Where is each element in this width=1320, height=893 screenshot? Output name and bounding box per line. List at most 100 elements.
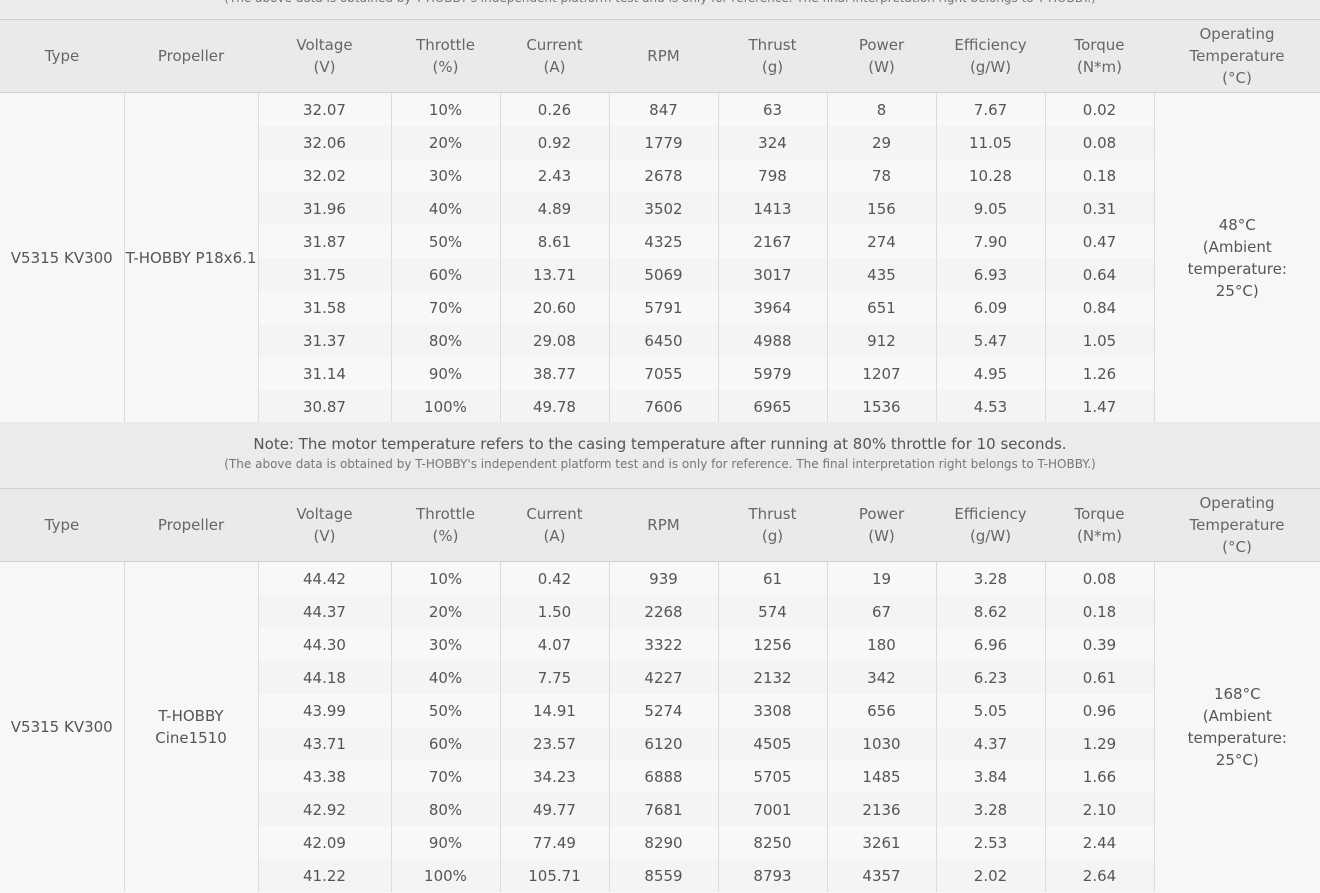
header-thrust-line: (g) bbox=[761, 58, 784, 76]
spec-table-2: Type Propeller Voltage (V) Throttle (%) Curren… bbox=[0, 488, 1320, 892]
power-cell: 29 bbox=[827, 126, 937, 159]
rpm-cell: 7055 bbox=[609, 357, 719, 390]
voltage-cell: 42.92 bbox=[258, 793, 392, 826]
torque-cell: 2.10 bbox=[1045, 793, 1155, 826]
torque-cell: 0.84 bbox=[1045, 291, 1155, 324]
throttle-cell: 20% bbox=[391, 595, 501, 628]
throttle-cell: 40% bbox=[391, 661, 501, 694]
voltage-cell: 41.22 bbox=[258, 859, 392, 892]
torque-cell: 0.39 bbox=[1045, 628, 1155, 661]
rpm-cell: 1779 bbox=[609, 126, 719, 159]
header-rpm: RPM bbox=[609, 19, 718, 93]
header-rpm: RPM bbox=[609, 488, 718, 562]
temperature-line: 25°C) bbox=[1215, 751, 1259, 769]
throttle-cell: 20% bbox=[391, 126, 501, 159]
reference-note: (The above data is obtained by T-HOBBY's… bbox=[224, 457, 1096, 471]
header-voltage-line: Voltage bbox=[296, 505, 353, 523]
efficiency-cell: 2.53 bbox=[936, 826, 1046, 859]
power-cell: 656 bbox=[827, 694, 937, 727]
throttle-cell: 80% bbox=[391, 793, 501, 826]
efficiency-cell: 9.05 bbox=[936, 192, 1046, 225]
header-voltage: Voltage (V) bbox=[258, 19, 391, 93]
throttle-cell: 10% bbox=[391, 561, 501, 595]
current-cell: 49.77 bbox=[500, 793, 610, 826]
efficiency-cell: 3.28 bbox=[936, 561, 1046, 595]
throttle-cell: 90% bbox=[391, 826, 501, 859]
torque-cell: 0.64 bbox=[1045, 258, 1155, 291]
current-cell: 13.71 bbox=[500, 258, 610, 291]
header-type: Type bbox=[0, 488, 124, 562]
rpm-cell: 847 bbox=[609, 92, 719, 126]
throttle-cell: 30% bbox=[391, 159, 501, 192]
voltage-cell: 31.37 bbox=[258, 324, 392, 357]
throttle-cell: 60% bbox=[391, 727, 501, 760]
header-rpm-line: RPM bbox=[647, 47, 680, 65]
current-cell: 4.07 bbox=[500, 628, 610, 661]
rpm-cell: 6120 bbox=[609, 727, 719, 760]
temperature-line: 25°C) bbox=[1215, 282, 1259, 300]
rpm-cell: 2678 bbox=[609, 159, 719, 192]
header-current-line: Current bbox=[526, 36, 583, 54]
rpm-cell: 3322 bbox=[609, 628, 719, 661]
rpm-cell: 7681 bbox=[609, 793, 719, 826]
header-efficiency-line: (g/W) bbox=[969, 527, 1012, 545]
voltage-cell: 32.02 bbox=[258, 159, 392, 192]
header-voltage-line: (V) bbox=[313, 527, 336, 545]
thrust-cell: 3308 bbox=[718, 694, 828, 727]
header-propeller: Propeller bbox=[124, 488, 258, 562]
voltage-cell: 31.14 bbox=[258, 357, 392, 390]
spec-table-1: Type Propeller Voltage (V) Throttle (%) Curren… bbox=[0, 19, 1320, 423]
temperature-line: (Ambient bbox=[1202, 707, 1272, 725]
efficiency-cell: 6.93 bbox=[936, 258, 1046, 291]
current-cell: 0.42 bbox=[500, 561, 610, 595]
header-power: Power (W) bbox=[827, 19, 936, 93]
current-cell: 105.71 bbox=[500, 859, 610, 892]
table-row: V5315 KV300 T-HOBBY P18x6.1 32.07 10% 0.26 84… bbox=[0, 92, 1320, 423]
header-efficiency: Efficiency (g/W) bbox=[936, 488, 1045, 562]
rpm-cell: 5791 bbox=[609, 291, 719, 324]
throttle-cell: 10% bbox=[391, 92, 501, 126]
rpm-cell: 939 bbox=[609, 561, 719, 595]
efficiency-cell: 3.28 bbox=[936, 793, 1046, 826]
header-operating-temperature-line: Operating bbox=[1199, 494, 1275, 512]
efficiency-cell: 8.62 bbox=[936, 595, 1046, 628]
thrust-cell: 3017 bbox=[718, 258, 828, 291]
header-torque-line: Torque bbox=[1074, 505, 1125, 523]
power-cell: 435 bbox=[827, 258, 937, 291]
header-current-line: (A) bbox=[543, 58, 566, 76]
efficiency-cell: 7.67 bbox=[936, 92, 1046, 126]
torque-cell: 1.05 bbox=[1045, 324, 1155, 357]
header-operating-temperature-line: Temperature bbox=[1189, 47, 1285, 65]
header-thrust: Thrust (g) bbox=[718, 488, 827, 562]
header-operating-temperature: Operating Temperature (°C) bbox=[1154, 19, 1320, 93]
header-voltage-line: Voltage bbox=[296, 36, 353, 54]
header-propeller: Propeller bbox=[124, 19, 258, 93]
torque-cell: 2.64 bbox=[1045, 859, 1155, 892]
power-cell: 3261 bbox=[827, 826, 937, 859]
voltage-cell: 31.96 bbox=[258, 192, 392, 225]
efficiency-cell: 11.05 bbox=[936, 126, 1046, 159]
header-throttle-line: (%) bbox=[432, 527, 459, 545]
voltage-cell: 31.58 bbox=[258, 291, 392, 324]
efficiency-cell: 6.23 bbox=[936, 661, 1046, 694]
torque-cell: 0.31 bbox=[1045, 192, 1155, 225]
header-operating-temperature-line: Temperature bbox=[1189, 516, 1285, 534]
voltage-cell: 43.99 bbox=[258, 694, 392, 727]
header-torque-line: (N*m) bbox=[1076, 58, 1123, 76]
rpm-cell: 8559 bbox=[609, 859, 719, 892]
thrust-cell: 61 bbox=[718, 561, 828, 595]
throttle-cell: 50% bbox=[391, 225, 501, 258]
header-type-line: Type bbox=[44, 47, 80, 65]
header-voltage-line: (V) bbox=[313, 58, 336, 76]
power-cell: 8 bbox=[827, 92, 937, 126]
header-power-line: (W) bbox=[868, 58, 895, 76]
throttle-cell: 40% bbox=[391, 192, 501, 225]
temperature-line: 168°C bbox=[1213, 685, 1261, 703]
rpm-cell: 6450 bbox=[609, 324, 719, 357]
header-power-line: Power bbox=[858, 36, 905, 54]
header-throttle: Throttle (%) bbox=[391, 19, 500, 93]
temperature-line: temperature: bbox=[1187, 729, 1287, 747]
header-current-line: Current bbox=[526, 505, 583, 523]
thrust-cell: 2167 bbox=[718, 225, 828, 258]
current-cell: 20.60 bbox=[500, 291, 610, 324]
